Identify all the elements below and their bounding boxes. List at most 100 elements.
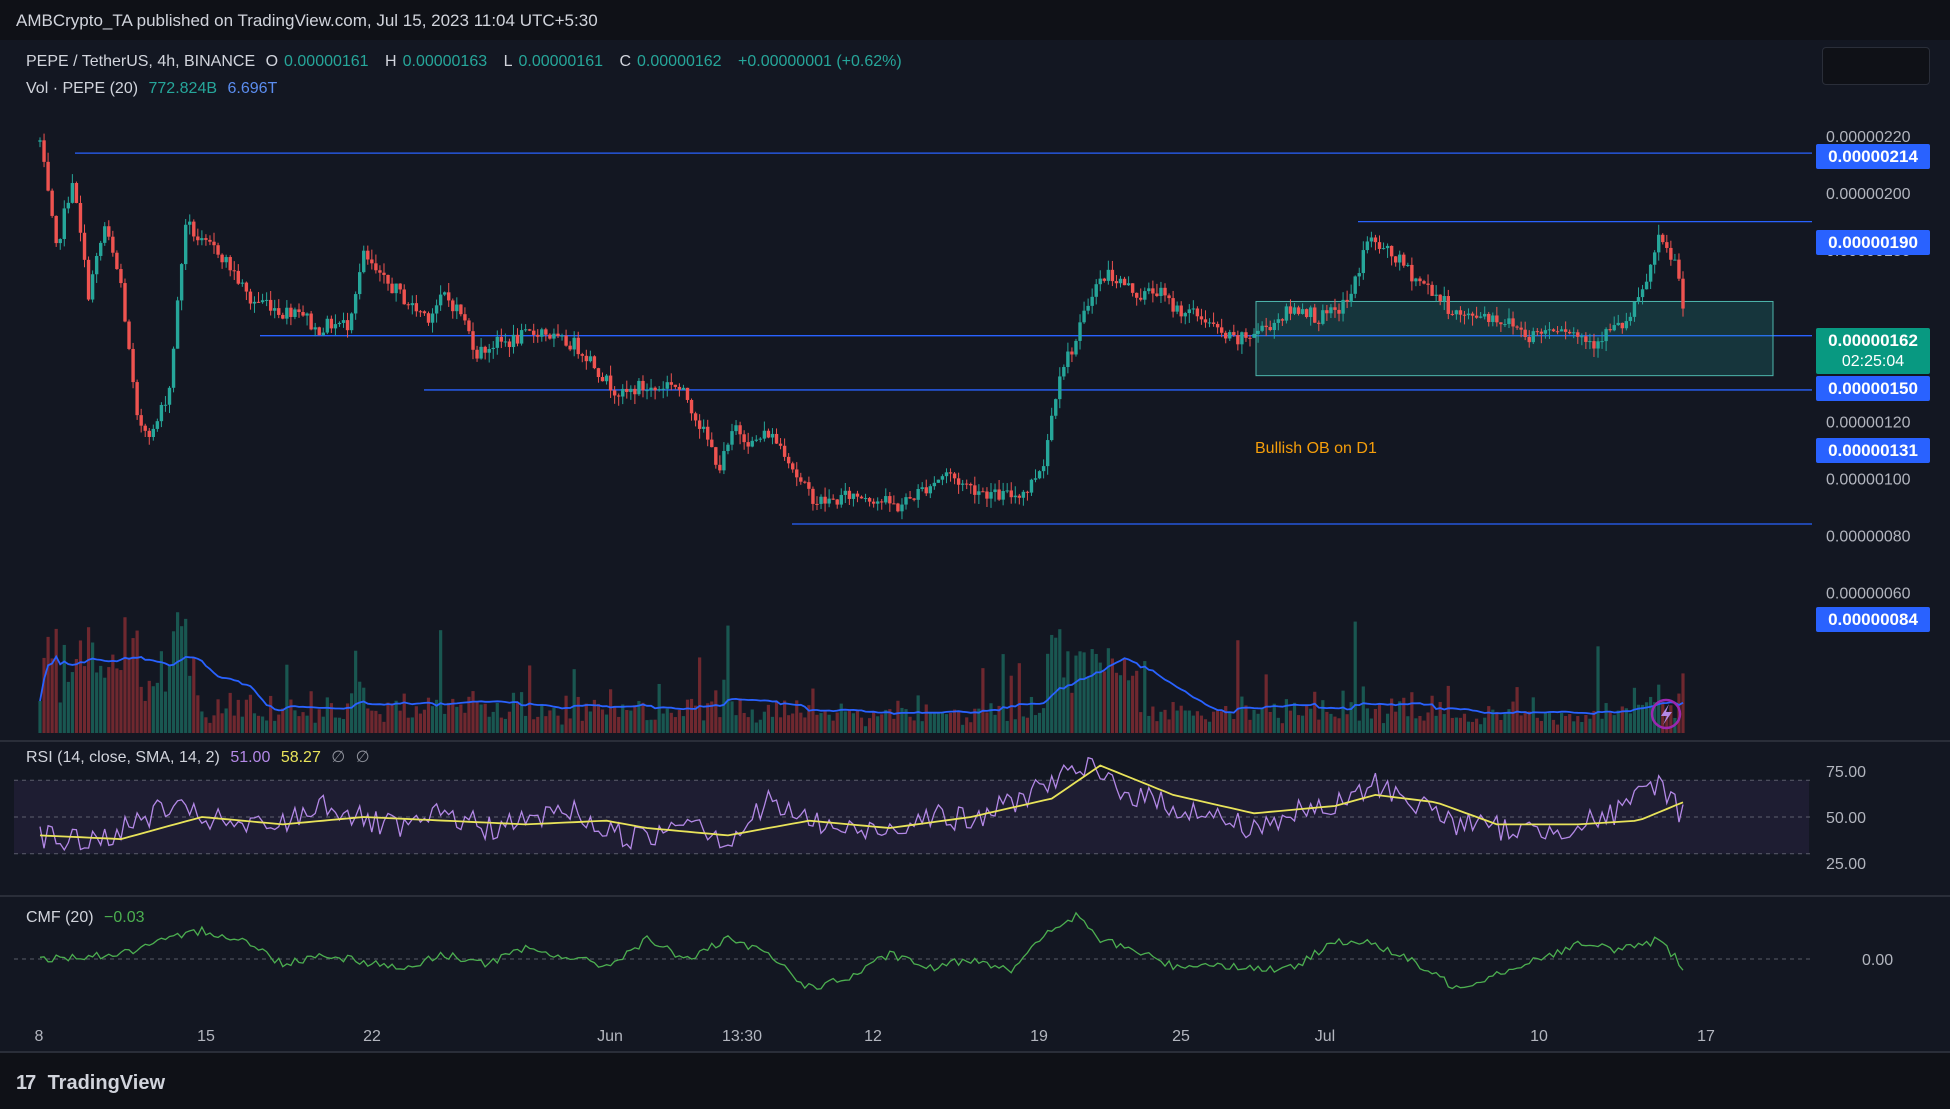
- volume-bar: [1309, 708, 1313, 733]
- volume-bar: [669, 712, 673, 733]
- time-tick-label: Jul: [1315, 1028, 1335, 1045]
- volume-bar: [819, 713, 823, 733]
- candle-body: [677, 386, 682, 390]
- volume-bar: [1454, 717, 1458, 733]
- candle-body: [584, 355, 589, 362]
- volume-bar: [552, 708, 556, 733]
- candle-body: [1337, 309, 1341, 314]
- candle-body: [977, 491, 981, 495]
- volume-bar: [1171, 702, 1175, 733]
- volume-bar: [86, 627, 91, 733]
- candle-body: [511, 334, 516, 348]
- rsi-ma-value: 58.27: [280, 749, 321, 766]
- candle-body: [1543, 330, 1548, 334]
- candle-body: [394, 283, 398, 294]
- candle-body: [1062, 367, 1066, 377]
- candle-body: [1365, 241, 1370, 251]
- candle-body: [349, 313, 354, 331]
- volume-bar: [66, 681, 70, 733]
- chart-canvas[interactable]: 0.000002200.000002000.000001800.00000140…: [0, 0, 1950, 1109]
- volume-bar: [1090, 649, 1094, 733]
- candle-body: [1604, 329, 1608, 342]
- volume-bar: [398, 710, 402, 733]
- chart-top-right-box[interactable]: [1822, 47, 1930, 85]
- volume-bar: [1102, 671, 1106, 733]
- volume-legend[interactable]: Vol · PEPE (20) 772.824B 6.696T: [26, 80, 283, 98]
- candle-body: [1086, 305, 1090, 311]
- candle-body: [1118, 278, 1123, 284]
- volume-bar: [524, 715, 528, 733]
- volume-bar: [1131, 675, 1135, 733]
- volume-bar: [1228, 711, 1232, 733]
- volume-bar: [1535, 717, 1539, 733]
- volume-bar: [1110, 658, 1115, 733]
- candle-body: [1665, 242, 1669, 248]
- volume-bar: [414, 706, 418, 733]
- candle-body: [892, 503, 896, 505]
- volume-bar: [665, 708, 669, 733]
- volume-bar: [1066, 651, 1070, 733]
- candle-body: [1155, 293, 1159, 297]
- candle-body: [382, 272, 386, 275]
- volume-bar: [82, 666, 87, 733]
- volume-bar: [1074, 655, 1078, 733]
- candle-body: [1523, 329, 1527, 337]
- volume-bar: [1256, 713, 1260, 733]
- volume-bar: [560, 724, 564, 733]
- candle-body: [839, 494, 843, 505]
- candle-body: [495, 336, 499, 348]
- candle-body: [1551, 329, 1556, 332]
- candle-body: [1082, 310, 1086, 323]
- candle-body: [1495, 315, 1499, 323]
- volume-bar: [447, 702, 451, 733]
- candle-body: [1398, 254, 1402, 263]
- cmf-legend[interactable]: CMF (20) −0.03: [26, 909, 151, 927]
- volume-bar: [1337, 718, 1341, 733]
- tradingview-footer[interactable]: 17 TradingView: [16, 1072, 165, 1095]
- volume-bar: [1325, 711, 1329, 733]
- candle-body: [1005, 490, 1009, 492]
- candle-body: [730, 431, 734, 445]
- volume-bar: [289, 699, 293, 733]
- candle-body: [1677, 259, 1681, 279]
- volume-bar: [1483, 717, 1487, 733]
- candle-body: [540, 329, 544, 337]
- candle-body: [1563, 329, 1568, 332]
- volume-bar: [1135, 670, 1139, 733]
- volume-bar: [1608, 710, 1612, 733]
- volume-bar: [1669, 705, 1673, 733]
- volume-bar: [625, 709, 629, 733]
- candle-body: [442, 292, 447, 295]
- volume-bar: [1479, 724, 1483, 733]
- volume-bar: [123, 617, 127, 733]
- candle-body: [224, 257, 228, 263]
- candle-body: [107, 226, 111, 237]
- candle-body: [750, 440, 754, 447]
- candle-body: [127, 321, 131, 349]
- candle-body: [216, 245, 220, 255]
- candle-body: [147, 430, 151, 437]
- candle-body: [1248, 337, 1252, 339]
- candle-body: [1669, 247, 1673, 260]
- candle-body: [1179, 305, 1183, 317]
- volume-bar: [544, 716, 548, 733]
- volume-bar: [394, 700, 398, 733]
- candle-body: [661, 388, 665, 390]
- volume-bar: [746, 717, 750, 733]
- volume-bar: [1531, 697, 1535, 733]
- volume-bar: [1612, 715, 1616, 733]
- candle-body: [746, 442, 750, 447]
- volume-bar: [1305, 704, 1309, 733]
- volume-bar: [1568, 714, 1572, 733]
- symbol-legend[interactable]: PEPE / TetherUS, 4h, BINANCE O 0.00000161…: [26, 53, 908, 71]
- volume-bar: [131, 638, 135, 733]
- candle-body: [38, 140, 42, 142]
- rsi-legend[interactable]: RSI (14, close, SMA, 14, 2) 51.00 58.27 …: [26, 747, 376, 767]
- volume-bar: [726, 625, 730, 733]
- candle-body: [374, 263, 378, 271]
- candle-body: [952, 473, 957, 479]
- candle-body: [1377, 242, 1382, 249]
- candle-body: [463, 314, 467, 321]
- volume-bar: [111, 654, 115, 733]
- volume-bar: [167, 664, 172, 733]
